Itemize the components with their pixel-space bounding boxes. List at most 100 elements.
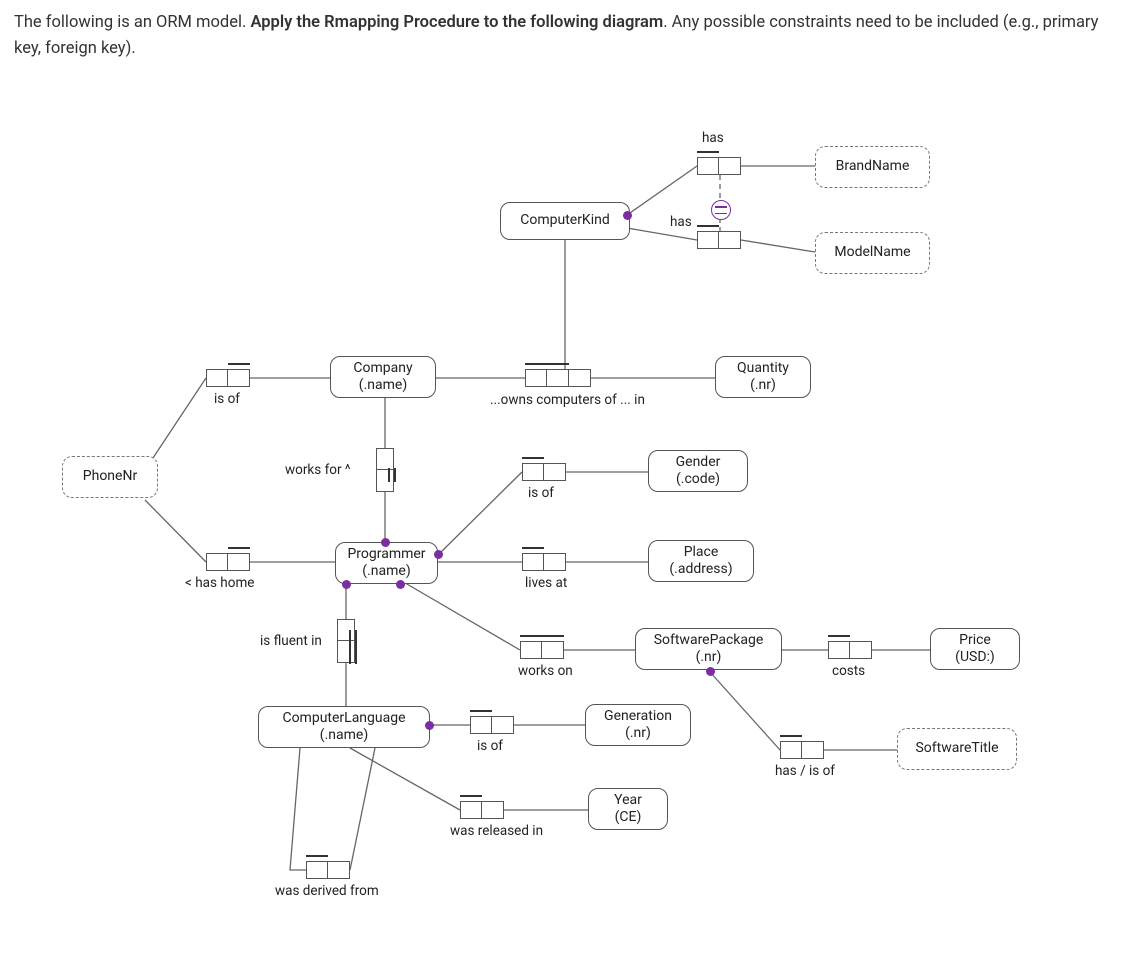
role-box bbox=[328, 861, 350, 879]
mandatory-dot bbox=[396, 580, 405, 589]
role-box bbox=[828, 641, 850, 659]
role-label-is-of-generation: is of bbox=[477, 738, 503, 754]
role-is-of-gender bbox=[522, 463, 566, 481]
entity-ref: (.name) bbox=[267, 727, 421, 745]
entity-label: Place bbox=[657, 544, 745, 562]
role-box bbox=[470, 716, 492, 734]
role-box bbox=[697, 231, 719, 249]
entity-ref: (.address) bbox=[657, 561, 745, 579]
entity-computerkind: ComputerKind bbox=[500, 202, 630, 240]
mandatory-dot bbox=[342, 580, 351, 589]
entity-label: Price bbox=[939, 632, 1011, 650]
role-works-on bbox=[520, 641, 564, 659]
role-has-is-of bbox=[780, 741, 824, 759]
role-box bbox=[206, 553, 228, 571]
role-box bbox=[525, 369, 547, 387]
entity-label: Year bbox=[597, 792, 659, 810]
role-box bbox=[520, 641, 542, 659]
role-has-model bbox=[697, 231, 741, 249]
mandatory-dot bbox=[706, 667, 715, 676]
entity-label: Programmer bbox=[344, 546, 429, 564]
role-was-derived bbox=[306, 861, 350, 879]
role-box bbox=[228, 553, 250, 571]
question-prompt: The following is an ORM model. Apply the… bbox=[0, 0, 1128, 71]
role-box bbox=[850, 641, 872, 659]
entity-year: Year (CE) bbox=[588, 788, 668, 830]
role-has-home bbox=[206, 553, 250, 571]
value-phonenr: PhoneNr bbox=[62, 456, 158, 498]
role-box bbox=[547, 369, 569, 387]
role-label-costs: costs bbox=[832, 663, 865, 679]
prompt-bold: Apply the Rmapping Procedure to the foll… bbox=[250, 13, 663, 32]
entity-label: SoftwareTitle bbox=[906, 740, 1008, 758]
entity-ref: (.name) bbox=[339, 377, 427, 395]
entity-ref: (CE) bbox=[597, 809, 659, 827]
role-label-lives-at: lives at bbox=[525, 575, 567, 591]
role-label-owns-computers: ...owns computers of ... in bbox=[490, 392, 645, 408]
mandatory-dot bbox=[623, 211, 632, 220]
entity-ref: (.nr) bbox=[644, 649, 773, 667]
role-box bbox=[569, 369, 591, 387]
entity-gender: Gender (.code) bbox=[648, 450, 748, 492]
mandatory-dot bbox=[425, 721, 434, 730]
entity-softwarepackage: SoftwarePackage (.nr) bbox=[635, 628, 782, 670]
role-label-works-for: works for ^ bbox=[285, 462, 351, 478]
role-box bbox=[306, 861, 328, 879]
role-box bbox=[206, 369, 228, 387]
value-brandname: BrandName bbox=[815, 146, 930, 188]
mandatory-dot bbox=[381, 538, 390, 547]
role-has-brand bbox=[697, 157, 741, 175]
role-box bbox=[482, 801, 504, 819]
role-label-has-model: has bbox=[670, 214, 692, 230]
role-label-was-derived: was derived from bbox=[275, 883, 379, 899]
role-was-released bbox=[460, 801, 504, 819]
entity-label: ComputerKind bbox=[509, 212, 621, 230]
entity-ref: (.name) bbox=[344, 563, 429, 581]
role-label-was-released: was released in bbox=[450, 823, 543, 839]
prompt-pre: The following is an ORM model. bbox=[14, 13, 250, 32]
role-box bbox=[544, 553, 566, 571]
role-costs bbox=[828, 641, 872, 659]
entity-label: BrandName bbox=[824, 158, 921, 176]
role-label-has-brand: has bbox=[702, 130, 724, 146]
entity-place: Place (.address) bbox=[648, 540, 754, 582]
entity-generation: Generation (.nr) bbox=[585, 704, 691, 746]
entity-label: Quantity bbox=[724, 360, 802, 378]
role-is-of-phone bbox=[206, 369, 250, 387]
role-box bbox=[376, 448, 394, 470]
entity-ref: (.nr) bbox=[724, 377, 802, 395]
entity-label: SoftwarePackage bbox=[644, 632, 773, 650]
role-box bbox=[522, 463, 544, 481]
entity-company: Company (.name) bbox=[330, 356, 436, 398]
role-box bbox=[780, 741, 802, 759]
role-box bbox=[522, 553, 544, 571]
value-modelname: ModelName bbox=[815, 232, 930, 274]
role-box bbox=[802, 741, 824, 759]
entity-ref: (.nr) bbox=[594, 725, 682, 743]
role-label-has-home: < has home bbox=[185, 575, 254, 591]
entity-label: ComputerLanguage bbox=[267, 710, 421, 728]
entity-quantity: Quantity (.nr) bbox=[715, 356, 811, 398]
role-box bbox=[542, 641, 564, 659]
mandatory-dot bbox=[434, 550, 443, 559]
role-box bbox=[460, 801, 482, 819]
role-box bbox=[228, 369, 250, 387]
value-softwaretitle: SoftwareTitle bbox=[897, 728, 1017, 770]
entity-label: ModelName bbox=[824, 244, 921, 262]
role-is-of-generation bbox=[470, 716, 514, 734]
role-label-is-of-phone: is of bbox=[214, 391, 240, 407]
role-box bbox=[544, 463, 566, 481]
entity-label: Generation bbox=[594, 708, 682, 726]
external-uniqueness-icon bbox=[711, 200, 731, 220]
entity-ref: (.code) bbox=[657, 471, 739, 489]
entity-label: Company bbox=[339, 360, 427, 378]
role-label-is-fluent: is fluent in bbox=[260, 633, 322, 649]
entity-programmer: Programmer (.name) bbox=[335, 542, 438, 584]
role-label-has-is-of: has / is of bbox=[775, 763, 835, 779]
entity-ref: (USD:) bbox=[939, 649, 1011, 667]
role-box bbox=[697, 157, 719, 175]
role-box bbox=[719, 231, 741, 249]
orm-diagram: ComputerKind has BrandName has ModelName… bbox=[0, 100, 1128, 960]
role-label-works-on: works on bbox=[518, 663, 573, 679]
role-label-is-of-gender: is of bbox=[528, 485, 554, 501]
